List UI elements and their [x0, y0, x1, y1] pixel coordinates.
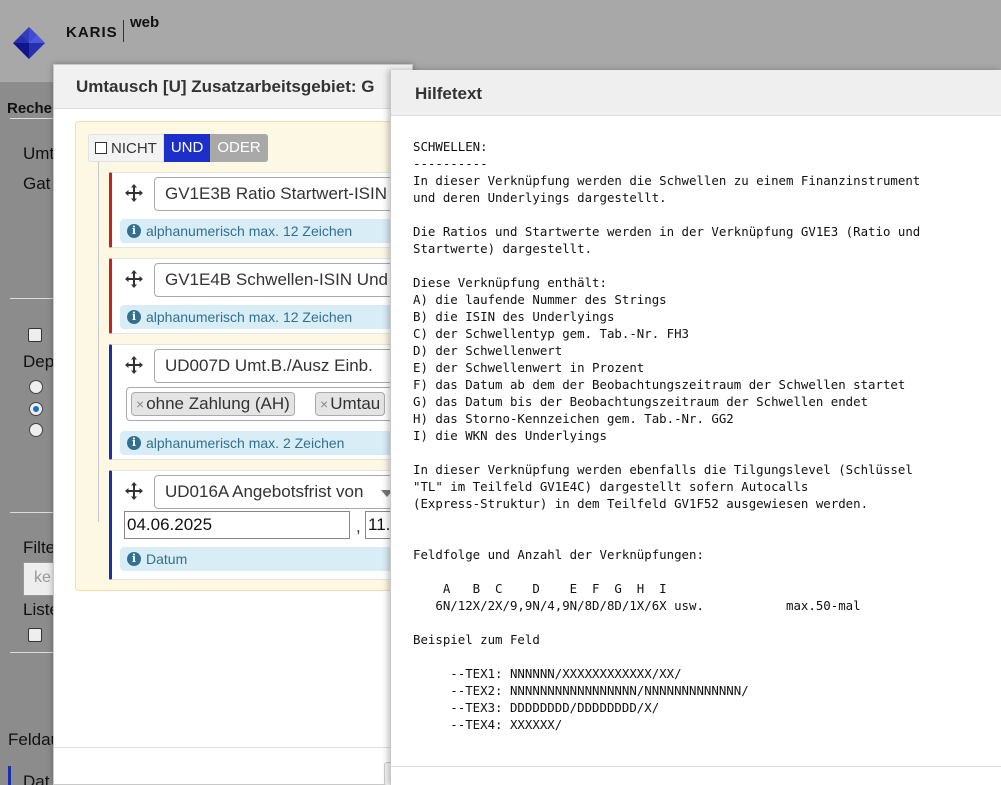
value-tag[interactable]: × ohne Zahlung (AH)	[131, 392, 295, 416]
field-hint-text: alphanumerisch max. 12 Zeichen	[146, 309, 353, 325]
close-x-icon[interactable]: ×	[136, 396, 144, 412]
bg-checkbox[interactable]	[28, 628, 42, 642]
value-tag-text: Umtau	[330, 394, 381, 413]
value-tag-input[interactable]: × ohne Zahlung (AH) × Umtau	[126, 387, 416, 421]
bg-radio[interactable]	[29, 380, 43, 394]
brand-separator	[123, 20, 124, 42]
bg-radio[interactable]	[29, 423, 43, 437]
field-hint: i alphanumerisch max. 2 Zeichen	[120, 431, 410, 455]
bg-label-dep: Dep	[23, 352, 55, 371]
field-hint: i alphanumerisch max. 12 Zeichen	[120, 219, 410, 243]
field-select[interactable]: GV1E3B Ratio Startwert-ISIN	[154, 177, 414, 211]
help-panel-title: Hilfetext	[415, 84, 483, 103]
query-builder-dialog: Umtausch [U] Zusatzarbeitsgebiet: G NICH…	[53, 64, 416, 785]
field-hint: i alphanumerisch max. 12 Zeichen	[120, 305, 410, 329]
field-hint: i Datum	[120, 547, 410, 571]
field-hint-text: Datum	[146, 551, 188, 567]
field-select-value: GV1E3B Ratio Startwert-ISIN	[165, 184, 388, 203]
bg-label-gat: Gat	[23, 174, 51, 193]
date-from-input[interactable]: 04.06.2025	[124, 511, 350, 539]
move-arrows-icon[interactable]	[124, 355, 144, 375]
help-footer-divider	[391, 766, 1001, 767]
not-label: NICHT	[111, 139, 157, 157]
bg-checkbox[interactable]	[28, 328, 42, 342]
dialog-title: Umtausch [U] Zusatzarbeitsgebiet: G	[76, 77, 375, 96]
bg-label-filter: Filte	[23, 538, 56, 557]
field-select-value: GV1E4B Schwellen-ISIN Und	[165, 270, 388, 289]
rule-item: UD007D Umt.B./Ausz Einb. × ohne Zahlung (…	[109, 344, 416, 460]
field-select[interactable]: UD016A Angebotsfrist von	[154, 475, 400, 509]
dialog-header: Umtausch [U] Zusatzarbeitsgebiet: G	[54, 65, 412, 109]
field-hint-text: alphanumerisch max. 12 Zeichen	[146, 223, 353, 239]
field-hint-text: alphanumerisch max. 2 Zeichen	[146, 435, 345, 451]
move-arrows-icon[interactable]	[124, 269, 144, 289]
close-x-icon[interactable]: ×	[320, 396, 328, 412]
dialog-footer-divider	[54, 747, 412, 748]
bg-divider	[10, 652, 55, 653]
not-toggle[interactable]: NICHT	[88, 134, 164, 162]
condition-toolbar: NICHT UND ODER	[88, 134, 268, 162]
not-checkbox[interactable]	[95, 142, 107, 154]
bg-label-dat: Dat	[23, 772, 50, 785]
date-to-value: 11.	[368, 515, 391, 534]
karis-logo-icon[interactable]	[12, 26, 46, 60]
or-button[interactable]: ODER	[210, 134, 268, 162]
move-arrows-icon[interactable]	[124, 183, 144, 203]
query-builder-group: NICHT UND ODER GV1E3B Ratio Startwert-IS…	[75, 121, 416, 591]
date-from-value: 04.06.2025	[127, 515, 213, 534]
and-button[interactable]: UND	[163, 134, 211, 162]
field-select[interactable]: GV1E4B Schwellen-ISIN Und	[154, 263, 414, 297]
bg-label-umt: Umt	[23, 144, 55, 163]
value-tag-text: ohne Zahlung (AH)	[146, 394, 290, 413]
rule-item: GV1E3B Ratio Startwert-ISIN i alphanumer…	[109, 172, 414, 248]
rule-item: GV1E4B Schwellen-ISIN Und i alphanumeris…	[109, 258, 414, 334]
move-arrows-icon[interactable]	[124, 481, 144, 501]
info-circle-icon: i	[127, 436, 141, 450]
bg-divider	[10, 512, 55, 513]
bg-left-accent	[8, 766, 11, 785]
bg-tab-label: Reche	[7, 100, 53, 117]
date-separator: ,	[356, 517, 361, 536]
bg-filter-placeholder: ke	[34, 569, 51, 586]
field-select[interactable]: UD007D Umt.B./Ausz Einb.	[154, 349, 414, 383]
field-select-value: UD016A Angebotsfrist von	[165, 482, 364, 501]
help-text-body: SCHWELLEN: ---------- In dieser Verknüpf…	[413, 139, 921, 732]
value-tag[interactable]: × Umtau	[315, 392, 386, 416]
info-circle-icon: i	[127, 310, 141, 324]
rule-tree-line	[98, 162, 99, 522]
brand-suffix: web	[130, 14, 160, 31]
info-circle-icon: i	[127, 552, 141, 566]
bg-divider	[10, 298, 55, 299]
bg-radio-selected[interactable]	[29, 402, 43, 416]
help-panel-header: Hilfetext	[391, 70, 1001, 116]
bg-divider	[10, 118, 55, 119]
info-circle-icon: i	[127, 224, 141, 238]
brand-name: KARIS	[66, 24, 118, 41]
rule-item: UD016A Angebotsfrist von 04.06.2025 , 11…	[109, 470, 415, 580]
field-select-value: UD007D Umt.B./Ausz Einb.	[165, 356, 373, 375]
help-text-panel: Hilfetext SCHWELLEN: ---------- In diese…	[390, 70, 1001, 785]
